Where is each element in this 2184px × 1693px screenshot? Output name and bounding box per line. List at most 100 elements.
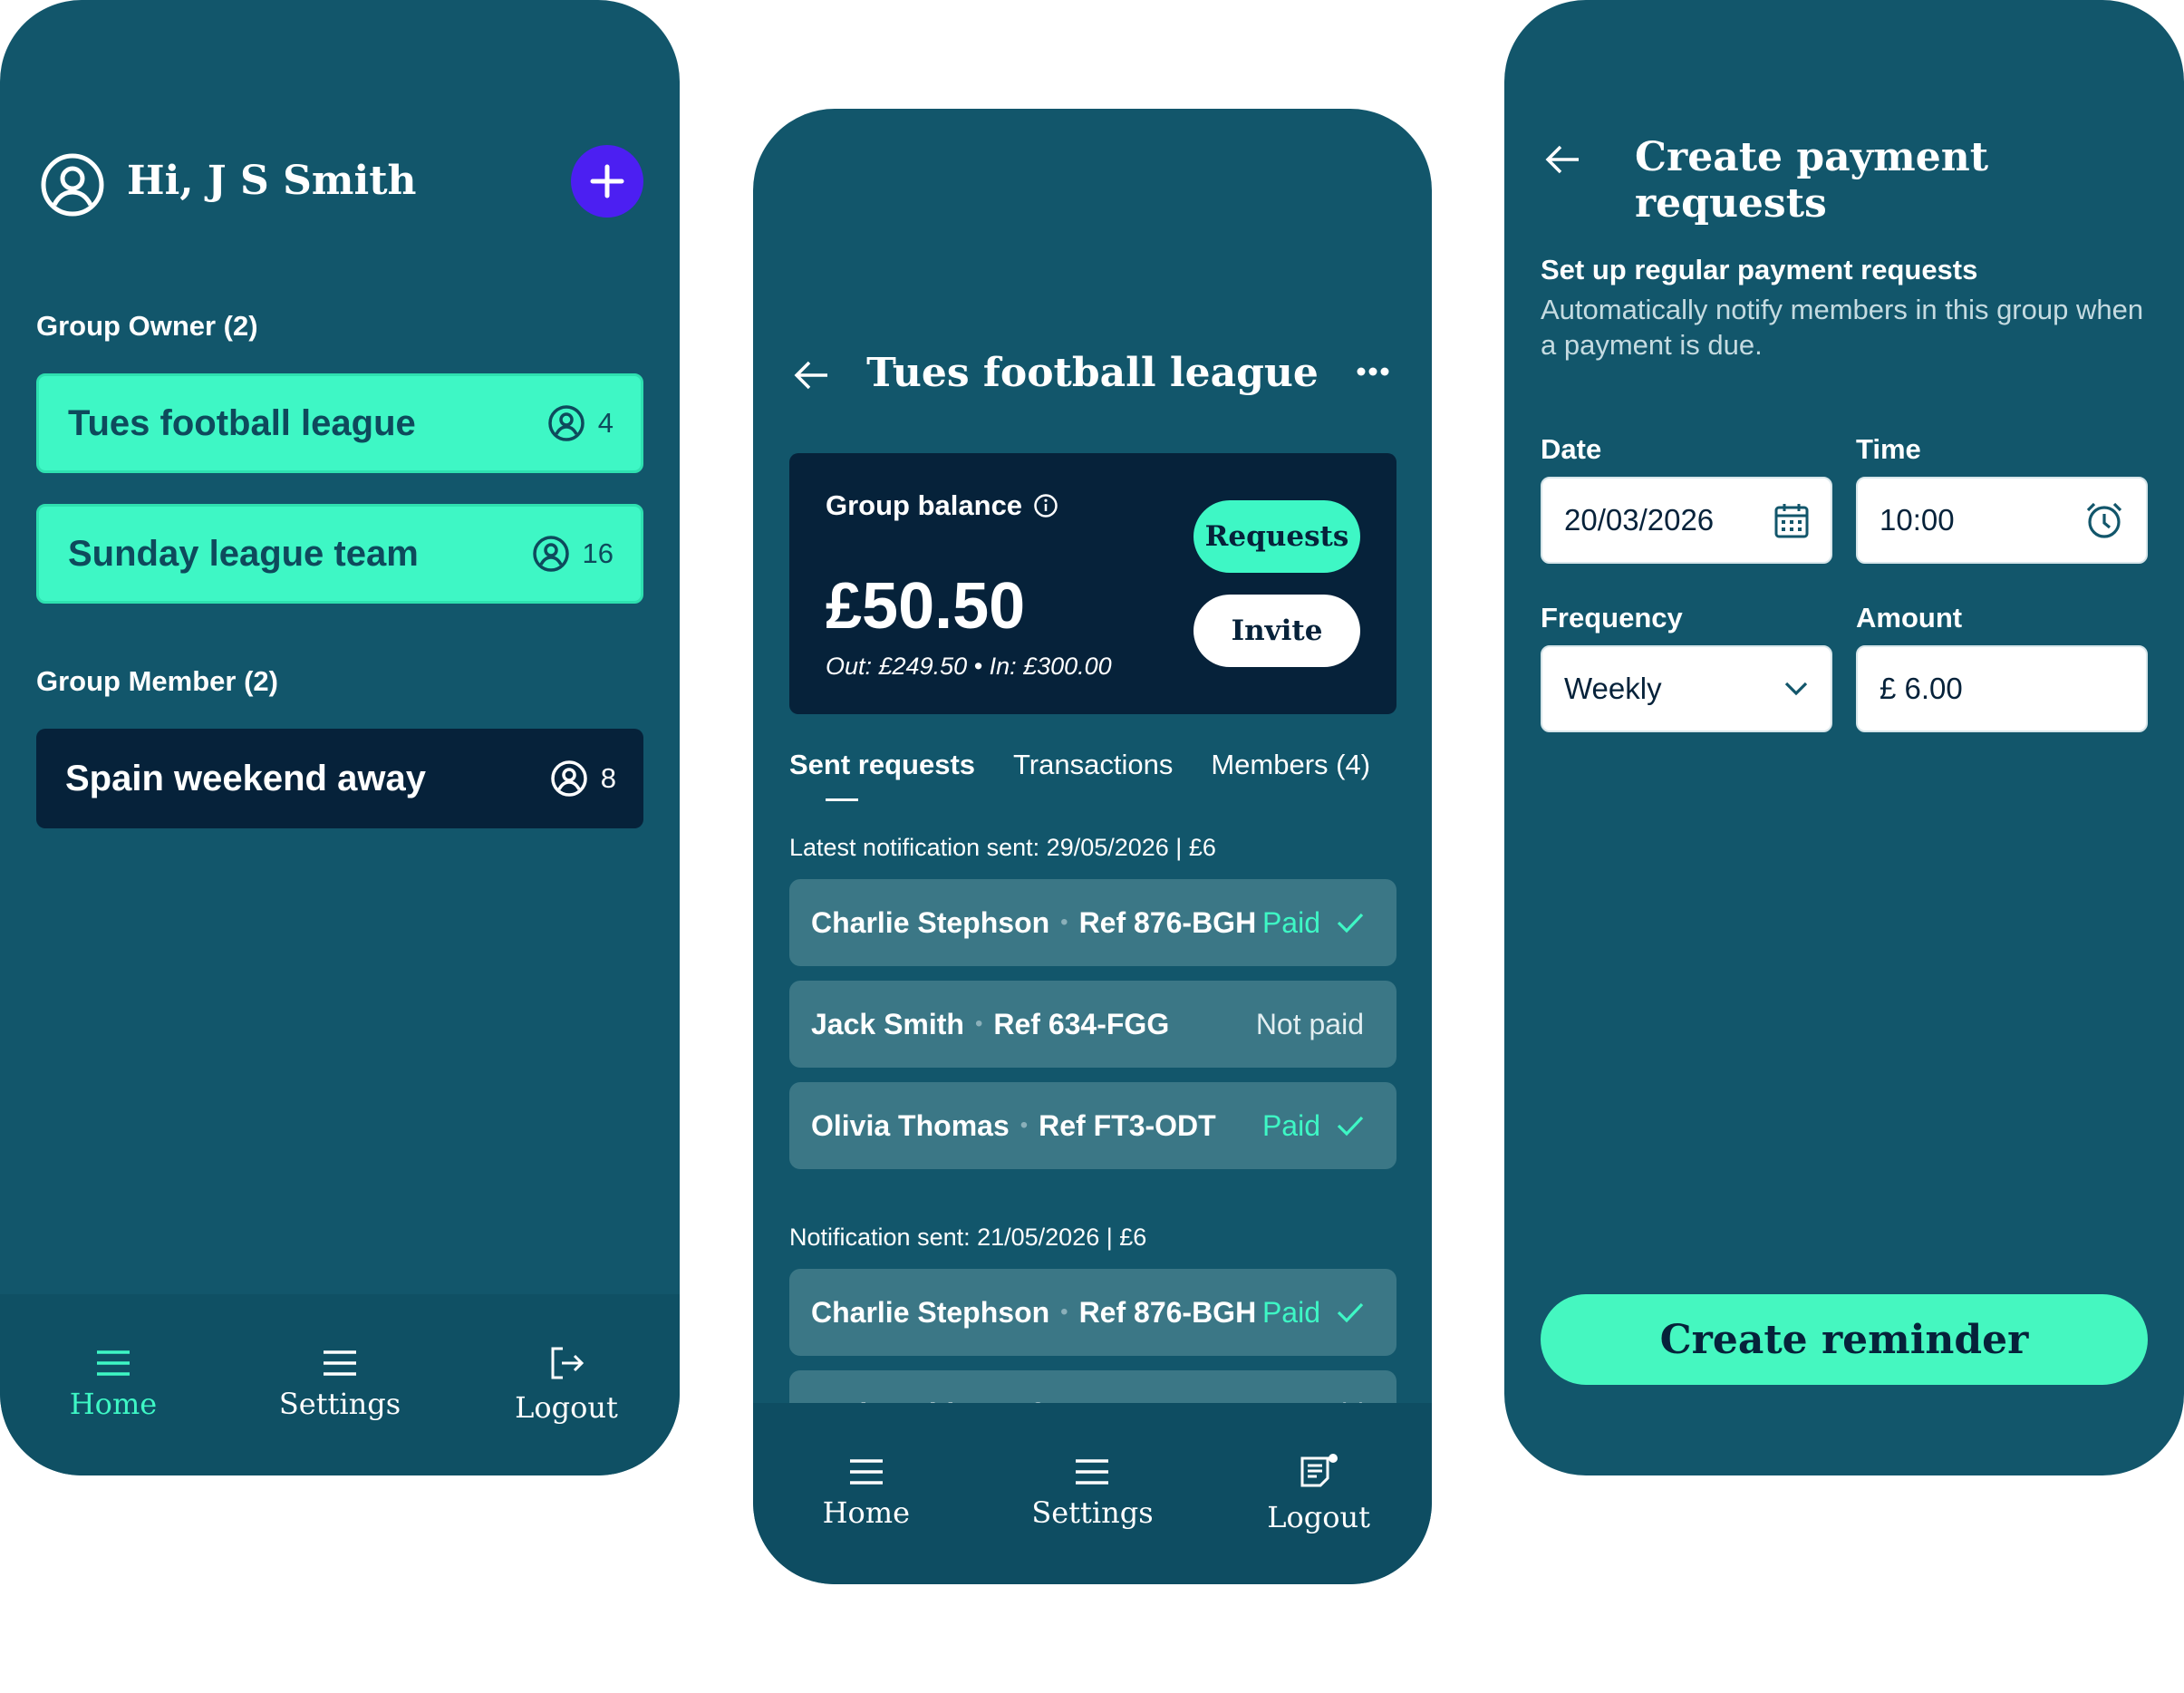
owner-section-label: Group Owner (2) [36,310,258,342]
separator-dot: • [1060,910,1068,934]
form-subtitle: Set up regular payment requests [1541,254,1978,285]
tab-members[interactable]: Members (4) [1211,749,1370,781]
nav-home-label: Home [69,1387,158,1421]
nav-settings-label: Settings [1031,1495,1154,1530]
member-name: Olivia Thomas [811,1108,1010,1142]
time-label: Time [1856,433,1921,465]
check-icon [1337,912,1364,934]
nav-logout[interactable]: Logout [1228,1453,1409,1534]
nav-settings[interactable]: Settings [249,1349,430,1421]
page-title: Create payment requests [1635,134,1989,227]
payment-ref: Ref FT3-ODT [1039,1108,1216,1142]
nav-home-label: Home [822,1495,911,1530]
menu-icon [1074,1457,1110,1486]
create-request-screen: Create payment requests Set up regular p… [1504,0,2184,1475]
add-group-button[interactable] [571,145,643,218]
notification-heading: Latest notification sent: 29/05/2026 | £… [789,834,1216,861]
tab-transactions[interactable]: Transactions [1013,749,1173,781]
table-row[interactable]: Olivia Thomas • Ref FT3-ODT Paid [789,1082,1396,1169]
payment-ref: Ref 634-FGG [993,1007,1170,1040]
bottom-nav: Home Settings Logout [0,1294,680,1475]
status-label: Paid [1261,1108,1320,1142]
group-balance-card: Group balance £50.50 Out: £249.50 • In: … [789,453,1396,714]
user-avatar-icon[interactable] [40,152,105,218]
greeting: Hi, J S Smith [127,158,417,204]
table-row[interactable]: Charlie Stephson • Ref 876-BGH Paid [789,1269,1396,1356]
member-count: 16 [582,537,614,569]
alarm-clock-icon[interactable] [2084,501,2124,539]
tab-sent-requests[interactable]: Sent requests [789,749,975,801]
payment-status: Paid [1262,906,1364,940]
separator-dot: • [1060,1300,1068,1324]
amount-value: £ 6.00 [1880,672,1963,705]
invite-button[interactable]: Invite [1193,595,1360,667]
date-field[interactable]: 20/03/2026 [1541,477,1832,564]
frequency-value: Weekly [1564,672,1662,705]
table-row[interactable]: Charlie Stephson • Ref 876-BGH Paid [789,879,1396,966]
status-label: Not paid [1255,1007,1364,1040]
payment-ref: Ref 876-BGH [1078,905,1257,939]
member-section-label: Group Member (2) [36,665,278,697]
member-count: 4 [597,407,614,439]
notification-heading: Notification sent: 21/05/2026 | £6 [789,1224,1147,1251]
nav-home[interactable]: Home [776,1457,957,1530]
menu-icon [848,1457,884,1486]
balance-amount: £50.50 [826,570,1026,643]
date-label: Date [1541,433,1602,465]
balance-label: Group balance [826,489,1023,521]
menu-icon [322,1349,358,1378]
status-label: Paid [1261,1295,1320,1329]
amount-label: Amount [1856,602,1963,634]
group-card-spain-weekend[interactable]: Spain weekend away 8 [36,729,643,828]
amount-field[interactable]: £ 6.00 [1856,645,2148,732]
time-field[interactable]: 10:00 [1856,477,2148,564]
bottom-nav: Home Settings Logout [753,1403,1432,1584]
payment-status: Paid [1262,1109,1364,1143]
requests-button[interactable]: Requests [1193,500,1360,573]
form-description: Automatically notify members in this gro… [1541,294,2144,361]
frequency-label: Frequency [1541,602,1683,634]
notes-icon [1299,1453,1338,1491]
calendar-icon[interactable] [1774,502,1809,538]
separator-dot: • [974,1011,983,1036]
check-icon [1337,1115,1364,1137]
table-row[interactable]: Jack Smith • Ref 634-FGG Not paid [789,981,1396,1068]
nav-logout[interactable]: Logout [476,1345,657,1425]
plus-icon [589,163,625,199]
nav-logout-label: Logout [515,1390,618,1425]
group-name: Sunday league team [68,533,419,574]
payment-ref: Ref 876-BGH [1078,1295,1257,1329]
member-count: 8 [600,762,616,794]
chevron-down-icon [1783,681,1809,697]
group-name: Spain weekend away [65,758,426,798]
group-name: Tues football league [68,402,416,443]
separator-dot: • [1020,1113,1029,1137]
menu-icon [95,1349,131,1378]
member-name: Charlie Stephson [811,1295,1050,1329]
nav-settings[interactable]: Settings [1001,1457,1183,1530]
frequency-select[interactable]: Weekly [1541,645,1832,732]
group-card-sunday-league[interactable]: Sunday league team 16 [36,504,643,604]
time-value: 10:00 [1880,503,1955,537]
group-card-tues-football[interactable]: Tues football league 4 [36,373,643,473]
nav-logout-label: Logout [1267,1500,1370,1534]
members-icon [532,535,570,573]
member-name: Charlie Stephson [811,905,1050,939]
members-icon [547,404,585,442]
back-arrow-icon[interactable] [1544,143,1580,176]
member-name: Jack Smith [811,1007,964,1040]
home-screen: Hi, J S Smith Group Owner (2) Tues footb… [0,0,680,1475]
group-title: Tues football league [866,350,1319,396]
create-reminder-button[interactable]: Create reminder [1541,1294,2148,1385]
nav-settings-label: Settings [278,1387,401,1421]
info-icon[interactable] [1033,493,1058,518]
balance-label-row: Group balance [826,489,1058,522]
payment-status: Not paid [1256,1008,1364,1041]
date-value: 20/03/2026 [1564,503,1715,537]
more-options-icon[interactable] [1357,366,1389,377]
members-icon [550,759,588,798]
logout-icon [548,1345,585,1381]
nav-home[interactable]: Home [23,1349,204,1421]
tab-bar: Sent requests Transactions Members (4) [789,749,1370,801]
check-icon [1337,1301,1364,1323]
